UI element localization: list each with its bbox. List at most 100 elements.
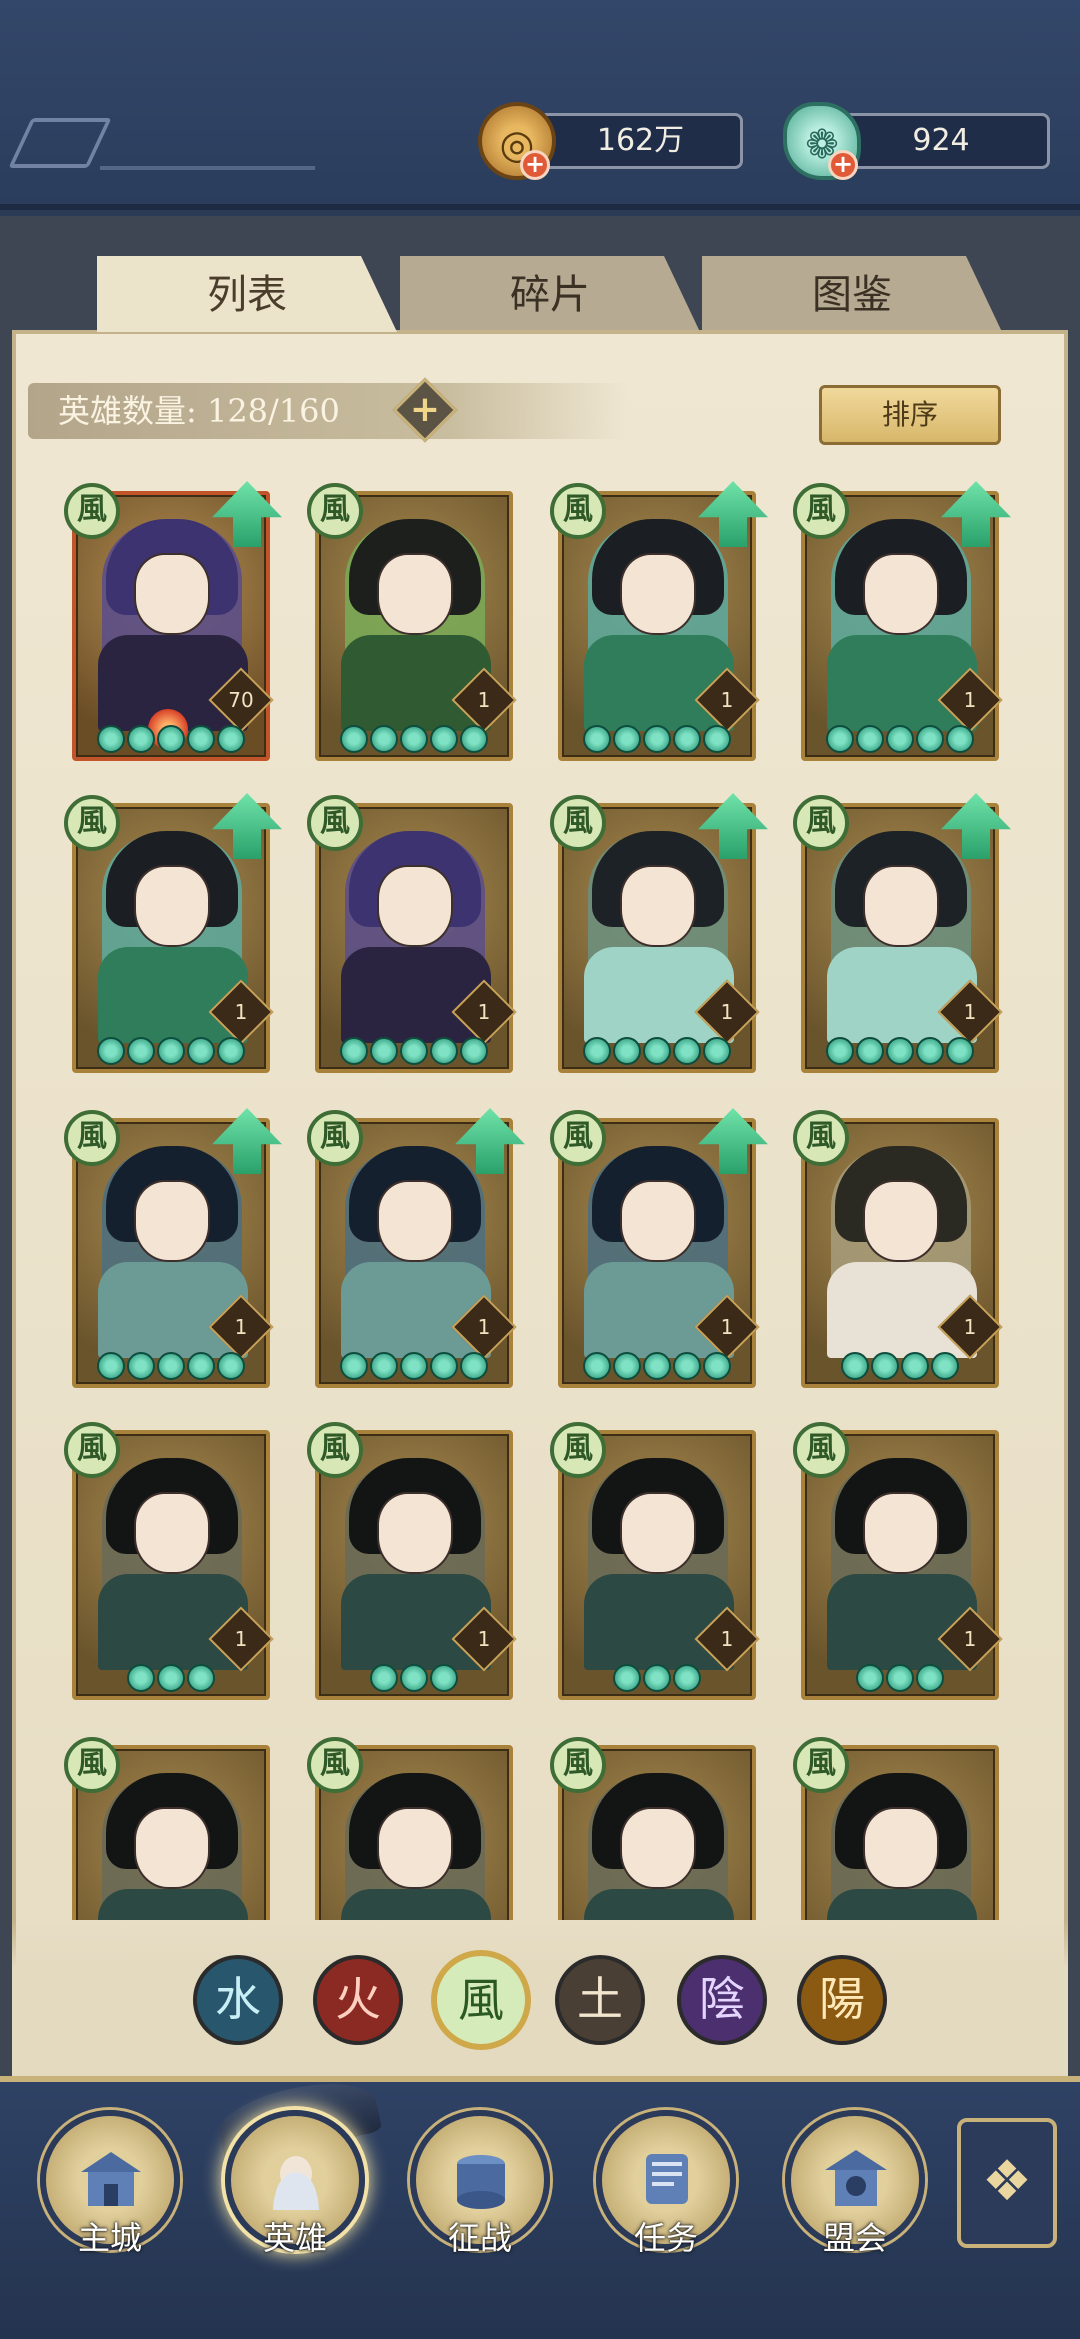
star-orb-icon: [157, 1664, 185, 1692]
hero-level: 1: [234, 1627, 248, 1651]
star-orb-icon: [673, 1352, 701, 1380]
star-orb-icon: [370, 1352, 398, 1380]
wind-element-badge: 風: [64, 483, 120, 539]
tab-list-label: 列表: [207, 272, 287, 318]
yin-glyph: 陰: [699, 1972, 745, 2026]
hero-grid: 風 70 風 1 風 1 風 1 風 1 風 1 風 1 風 1 風 1 風 1 風 1 風 1 風 1 風 1 風 1 風 1 風風風風: [12, 470, 1068, 1920]
hero-face: [134, 1180, 210, 1262]
star-orb-icon: [187, 1664, 215, 1692]
hero-face: [134, 865, 210, 947]
star-orb-icon: [703, 1352, 731, 1380]
wind-element-badge: 風: [64, 795, 120, 851]
hero-star-rating: [805, 1664, 995, 1692]
star-orb-icon: [886, 1037, 914, 1065]
hero-card[interactable]: 風1: [550, 1422, 760, 1700]
hero-star-rating: [76, 725, 266, 753]
star-orb-icon: [430, 725, 458, 753]
hero-level: 1: [234, 1315, 248, 1339]
wind-glyph: 風: [458, 1973, 504, 2027]
wind-element-badge: 風: [550, 1737, 606, 1793]
tab-list[interactable]: 列表: [97, 256, 397, 332]
star-orb-icon: [583, 1352, 611, 1380]
nav-quests-label: 任务: [633, 2219, 698, 2257]
city-gate-icon: [81, 2152, 141, 2206]
tab-fragments[interactable]: 碎片: [400, 256, 700, 332]
star-orb-icon: [127, 1352, 155, 1380]
star-orb-icon: [217, 1352, 245, 1380]
hero-card[interactable]: 風1: [64, 1108, 282, 1388]
star-orb-icon: [931, 1352, 959, 1380]
star-orb-icon: [430, 1664, 458, 1692]
hero-card[interactable]: 風1: [307, 1108, 525, 1388]
jade-counter: 924: [832, 113, 1050, 169]
hero-level: 1: [477, 1627, 491, 1651]
tab-codex[interactable]: 图鉴: [702, 256, 1002, 332]
star-orb-icon: [871, 1352, 899, 1380]
hero-card[interactable]: 風1: [64, 1422, 274, 1700]
star-orb-icon: [583, 725, 611, 753]
top-decoration-line: [100, 166, 315, 170]
hero-card[interactable]: 風1: [550, 793, 768, 1073]
jade-amount: 924: [912, 123, 970, 158]
hero-card[interactable]: 風1: [793, 1422, 1003, 1700]
hero-card[interactable]: 風1: [793, 481, 1011, 761]
sort-button[interactable]: 排序: [819, 385, 1001, 445]
hero-card[interactable]: 風1: [550, 1108, 768, 1388]
filter-wind-button[interactable]: 風: [431, 1950, 531, 2050]
hero-card[interactable]: 風: [64, 1737, 270, 1920]
filter-earth-button[interactable]: 土: [555, 1955, 645, 2045]
star-orb-icon: [946, 725, 974, 753]
star-orb-icon: [430, 1352, 458, 1380]
hero-star-rating: [562, 1352, 752, 1380]
hero-star-rating: [562, 1664, 752, 1692]
hero-card[interactable]: 風1: [307, 483, 517, 761]
star-orb-icon: [340, 725, 368, 753]
star-orb-icon: [901, 1352, 929, 1380]
filter-yang-button[interactable]: 陽: [797, 1955, 887, 2045]
star-orb-icon: [673, 725, 701, 753]
add-coins-button[interactable]: +: [520, 150, 550, 180]
filter-yin-button[interactable]: 陰: [677, 1955, 767, 2045]
wind-element-badge: 風: [307, 1110, 363, 1166]
hero-card[interactable]: 風 70: [64, 481, 282, 761]
hero-face: [863, 1180, 939, 1262]
star-orb-icon: [127, 1037, 155, 1065]
hero-card[interactable]: 風: [550, 1737, 756, 1920]
hero-card[interactable]: 風1: [793, 1110, 1003, 1388]
hero-face: [620, 553, 696, 635]
star-orb-icon: [370, 1664, 398, 1692]
hero-star-rating: [76, 1352, 266, 1380]
add-jade-button[interactable]: +: [828, 150, 858, 180]
hero-card[interactable]: 風1: [793, 793, 1011, 1073]
wind-element-badge: 風: [550, 1422, 606, 1478]
hero-level: 1: [720, 1315, 734, 1339]
nav-campaign-label: 征战: [447, 2219, 512, 2257]
hero-face: [377, 1492, 453, 1574]
hero-face: [863, 553, 939, 635]
more-menu-button[interactable]: ❖: [957, 2118, 1057, 2248]
star-orb-icon: [856, 1664, 884, 1692]
hero-robe: [98, 1889, 248, 1920]
hero-level: 1: [720, 688, 734, 712]
wind-element-badge: 風: [550, 483, 606, 539]
filter-fire-button[interactable]: 火: [313, 1955, 403, 2045]
hero-face: [377, 1180, 453, 1262]
hero-card[interactable]: 風1: [307, 1422, 517, 1700]
hero-count-label: 英雄数量: 128/160: [58, 392, 340, 430]
hero-star-rating: [319, 1037, 509, 1065]
hero-face: [134, 553, 210, 635]
star-orb-icon: [217, 725, 245, 753]
hero-face: [620, 1180, 696, 1262]
hero-face: [377, 1807, 453, 1889]
hero-card[interactable]: 風: [307, 1737, 513, 1920]
star-orb-icon: [370, 725, 398, 753]
hero-face: [863, 1807, 939, 1889]
star-orb-icon: [400, 725, 428, 753]
hero-card[interactable]: 風1: [64, 793, 282, 1073]
hero-card[interactable]: 風1: [307, 795, 517, 1073]
star-orb-icon: [613, 1037, 641, 1065]
star-orb-icon: [217, 1037, 245, 1065]
hero-card[interactable]: 風1: [550, 481, 768, 761]
hero-card[interactable]: 風: [793, 1737, 999, 1920]
filter-water-button[interactable]: 水: [193, 1955, 283, 2045]
